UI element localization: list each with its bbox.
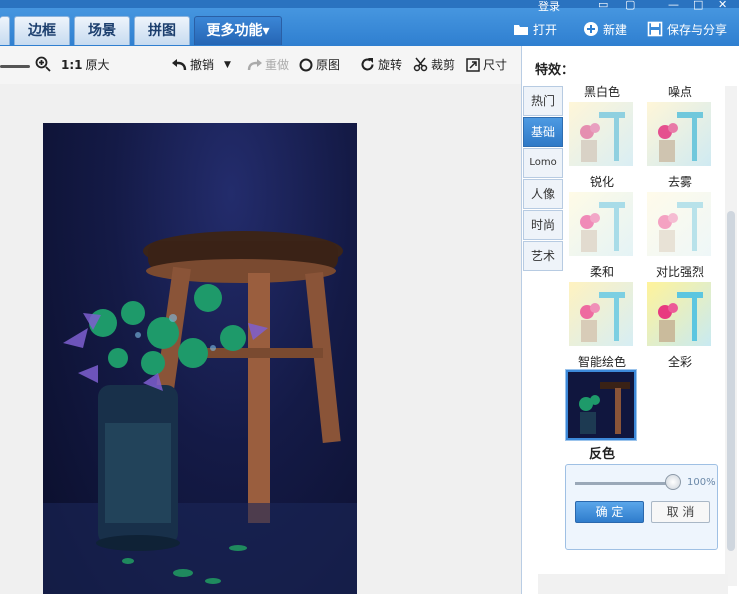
category-tab-portrait[interactable]: 人像: [523, 179, 563, 209]
effect-thumb-image: [579, 382, 630, 434]
original-image-label: 原图: [316, 58, 341, 72]
effect-label-high-contrast: 对比强烈: [655, 265, 704, 279]
effect-thumb-image: [580, 112, 625, 162]
canvas-area: [0, 84, 521, 594]
edited-photo[interactable]: [43, 123, 357, 594]
effects-panel: 特效： 热门 基础 Lomo 人像 时尚 艺术 黑白色 噪点 锐化 去雾 柔和 …: [521, 46, 739, 594]
feedback-icon[interactable]: ▭: [598, 0, 608, 11]
effect-thumb-high-contrast[interactable]: [647, 282, 711, 346]
undo-icon: [172, 58, 187, 70]
tab-partial[interactable]: [0, 16, 10, 45]
tab-collage[interactable]: 拼图: [134, 16, 190, 45]
inverted-photo-illustration: [43, 231, 357, 594]
effect-label-invert: 反色: [588, 447, 615, 462]
new-button[interactable]: 新建: [583, 18, 627, 40]
save-icon: [647, 21, 663, 37]
save-share-label: 保存与分享: [667, 22, 728, 37]
chevron-down-icon[interactable]: ▼: [224, 60, 231, 70]
confirm-button[interactable]: 确 定: [575, 501, 644, 523]
crop-label: 裁剪: [431, 58, 456, 72]
tab-border[interactable]: 边框: [14, 16, 70, 45]
panel-title: 特效：: [535, 63, 575, 78]
size-label: 尺寸: [483, 58, 508, 72]
effect-thumb-bw[interactable]: [569, 102, 633, 166]
effect-thumb-image: [658, 292, 703, 342]
resize-icon: [466, 57, 480, 72]
crop-button[interactable]: 裁剪: [413, 56, 455, 73]
intensity-percent: 100%: [687, 477, 716, 488]
effect-thumb-dehaze[interactable]: [647, 192, 711, 256]
effect-thumb-image: [658, 112, 703, 162]
tab-more-features[interactable]: 更多功能▾: [194, 16, 282, 45]
new-label: 新建: [603, 22, 628, 37]
scissors-icon: [413, 57, 428, 72]
effect-thumb-soft[interactable]: [569, 282, 633, 346]
effect-label-sharpen: 锐化: [589, 175, 614, 189]
redo-button[interactable]: 重做: [247, 56, 289, 73]
panel-footer: [538, 574, 728, 594]
category-tab-hot[interactable]: 热门: [523, 86, 563, 116]
category-tab-lomo[interactable]: Lomo: [523, 148, 563, 178]
tab-scene[interactable]: 场景: [74, 16, 130, 45]
effect-thumb-image: [580, 292, 625, 342]
undo-label: 撤销: [190, 58, 215, 72]
original-size-label: 原大: [85, 58, 110, 72]
rotate-button[interactable]: 旋转: [360, 56, 402, 73]
folder-icon: [514, 25, 528, 35]
intensity-slider-track[interactable]: [575, 482, 679, 485]
effect-thumb-invert[interactable]: [566, 370, 636, 440]
effect-label-noise: 噪点: [667, 85, 692, 99]
effect-label-bw: 黑白色: [583, 85, 620, 99]
category-tab-basic[interactable]: 基础: [523, 117, 563, 147]
redo-icon: [247, 58, 262, 70]
zoom-button[interactable]: [35, 56, 54, 72]
edit-toolbar: 1:1 原大 撤销 ▼ 重做 原图 旋转 裁剪 尺寸: [0, 46, 521, 84]
effect-label-soft: 柔和: [589, 265, 614, 279]
maximize-icon[interactable]: □: [693, 0, 703, 11]
effect-adjust-popup: 100% 确 定 取 消: [565, 464, 718, 550]
open-label: 打开: [533, 22, 558, 37]
original-size-button[interactable]: 1:1 原大: [61, 56, 110, 73]
effect-thumb-image: [580, 202, 625, 252]
intensity-slider-handle[interactable]: [665, 474, 681, 490]
effect-thumb-sharpen[interactable]: [569, 192, 633, 256]
original-image-button[interactable]: 原图: [299, 56, 340, 73]
rotate-icon: [361, 58, 374, 71]
circle-icon: [299, 58, 313, 71]
top-bar: 登录 ▭ ▢ — □ ✕ 边框 场景 拼图 更多功能▾ 打开 新建 保存与分享: [0, 0, 739, 46]
redo-label: 重做: [265, 58, 290, 72]
panel-scrollbar-thumb[interactable]: [727, 211, 735, 551]
rotate-label: 旋转: [378, 58, 403, 72]
category-tab-art[interactable]: 艺术: [523, 241, 563, 271]
effect-label-full-color: 全彩: [667, 355, 692, 369]
effect-thumb-image: [658, 202, 703, 252]
login-link[interactable]: 登录: [538, 0, 560, 14]
effect-label-dehaze: 去雾: [667, 175, 692, 189]
cancel-button[interactable]: 取 消: [651, 501, 710, 523]
plus-icon: [584, 22, 598, 36]
undo-button[interactable]: 撤销 ▼: [172, 56, 231, 73]
zoom-in-icon: [35, 56, 51, 72]
minimize-icon[interactable]: —: [668, 0, 679, 11]
effect-thumb-noise[interactable]: [647, 102, 711, 166]
size-button[interactable]: 尺寸: [466, 56, 507, 73]
skin-icon[interactable]: ▢: [625, 0, 635, 11]
category-tab-fashion[interactable]: 时尚: [523, 210, 563, 240]
effect-label-smart-color: 智能绘色: [577, 355, 626, 369]
save-share-button[interactable]: 保存与分享: [647, 18, 727, 40]
open-button[interactable]: 打开: [513, 18, 557, 40]
zoom-ratio: 1:1: [61, 57, 83, 72]
zoom-slider[interactable]: [0, 65, 30, 68]
close-icon[interactable]: ✕: [718, 0, 727, 11]
